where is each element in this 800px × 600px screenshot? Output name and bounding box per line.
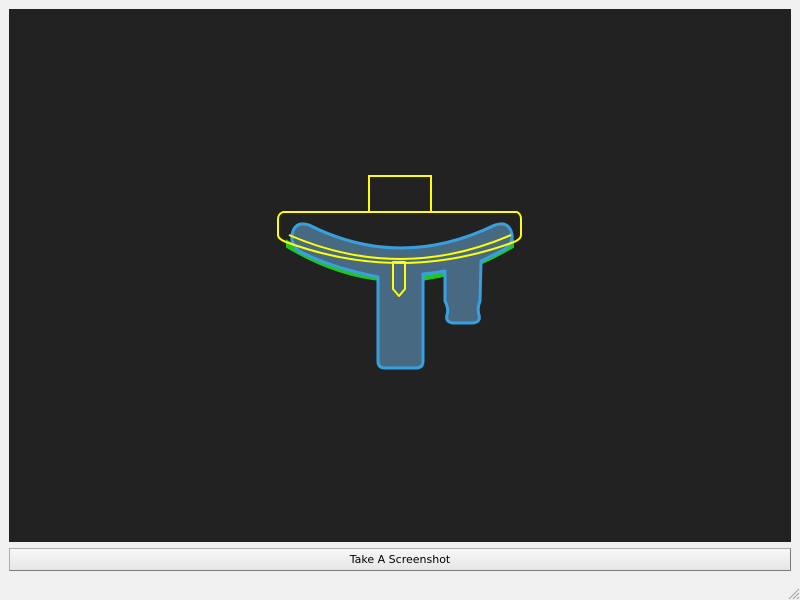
take-screenshot-button[interactable]: Take A Screenshot — [9, 548, 791, 571]
render-viewport[interactable] — [9, 9, 791, 542]
resize-grip-icon[interactable] — [786, 586, 800, 600]
scene-canvas — [9, 9, 791, 542]
main-window: Take A Screenshot — [0, 0, 800, 600]
